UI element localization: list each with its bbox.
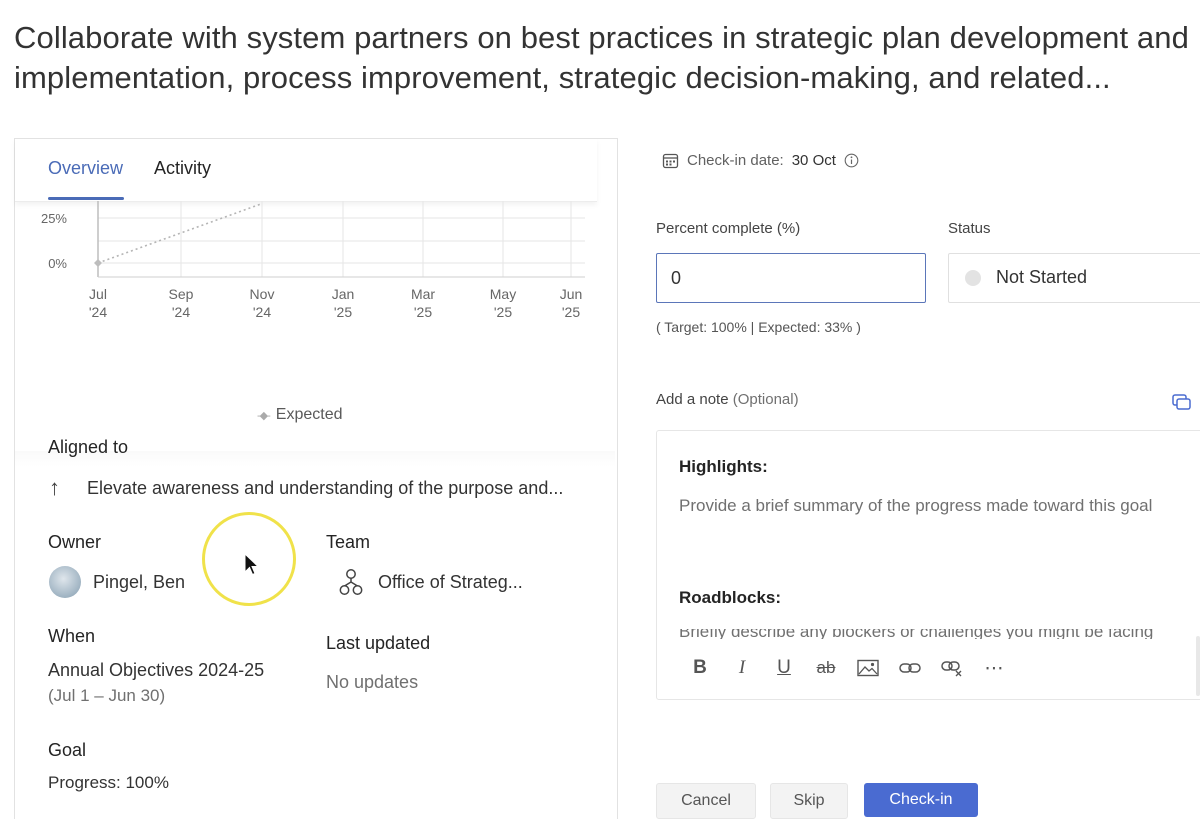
expected-series-line (97, 202, 263, 264)
goal-details-panel: Overview Activity Jul '24 Sep '24 Nov '24 Jan '… (14, 138, 618, 819)
tab-overview[interactable]: Overview (48, 157, 123, 179)
team-label: Team (326, 532, 371, 552)
skip-button[interactable]: Skip (770, 783, 848, 819)
aligned-to-label: Aligned to (48, 437, 129, 457)
roadblocks-placeholder-clip: Briefly describe any blockers or challen… (679, 629, 1199, 639)
checkin-date-label: Check-in date: (687, 152, 784, 169)
last-updated-label: Last updated (326, 633, 431, 653)
highlights-placeholder: Provide a brief summary of the progress … (679, 496, 1153, 515)
aligned-goal-link[interactable]: Elevate awareness and understanding of t… (87, 478, 563, 499)
x-tick-label: '25 (414, 304, 432, 320)
roadblocks-heading: Roadblocks: (679, 588, 782, 607)
x-tick-label: Sep (169, 286, 194, 302)
underline-button[interactable]: U (763, 655, 805, 681)
x-tick-label: Jun (560, 286, 583, 302)
x-tick-label: Jan (332, 286, 355, 302)
cancel-button[interactable]: Cancel (656, 783, 756, 819)
highlights-heading: Highlights: (679, 457, 768, 476)
percent-complete-input[interactable] (656, 253, 926, 303)
unlink-icon (941, 661, 962, 677)
x-tick-label: Nov (250, 286, 275, 302)
insert-link-button[interactable] (889, 655, 931, 681)
add-note-label-text: Add a note (656, 391, 729, 408)
italic-button[interactable]: I (721, 655, 763, 681)
remove-link-button[interactable] (931, 655, 973, 681)
target-expected-text: ( Target: 100% | Expected: 33% ) (656, 319, 861, 335)
add-note-label: Add a note (Optional) (656, 391, 799, 408)
arrow-up-icon: ↑ (49, 475, 60, 500)
mouse-pointer-icon (244, 553, 260, 576)
checkin-date-row: Check-in date: 30 Oct (662, 152, 859, 169)
progress-chart-svg: Jul '24 Sep '24 Nov '24 Jan '25 Mar '25 May '25 Jun '… (41, 201, 585, 320)
owner-label: Owner (48, 532, 102, 552)
check-in-button[interactable]: Check-in (864, 783, 978, 817)
note-editor[interactable]: Highlights: Provide a brief summary of t… (656, 430, 1200, 700)
page-title: Collaborate with system partners on best… (14, 20, 1189, 95)
link-icon (899, 663, 921, 673)
status-dropdown[interactable]: Not Started ▾ (948, 253, 1200, 303)
x-tick-label: Jul (89, 286, 107, 302)
tab-active-indicator (48, 197, 124, 200)
x-tick-label: '24 (89, 304, 107, 320)
checkin-date-value: 30 Oct (791, 152, 836, 169)
when-value: Annual Objectives 2024-25 (48, 660, 265, 680)
x-tick-label: '25 (334, 304, 352, 320)
goal-progress: Progress: 100% (48, 773, 169, 792)
tab-bar: Overview Activity (15, 139, 597, 202)
chart-legend: -◆- Expected (257, 406, 343, 424)
x-tick-label: '25 (562, 304, 580, 320)
image-icon (857, 659, 879, 677)
owner-name[interactable]: Pingel, Ben (93, 572, 185, 593)
bold-button[interactable]: B (679, 655, 721, 681)
x-tick-label: '24 (253, 304, 271, 320)
goal-label: Goal (48, 740, 87, 760)
status-value: Not Started (996, 267, 1088, 287)
when-label: When (48, 626, 96, 646)
percent-complete-label: Percent complete (%) (656, 220, 801, 237)
legend-expected-label: Expected (275, 406, 343, 423)
when-range: (Jul 1 – Jun 30) (48, 686, 166, 705)
avatar (49, 566, 81, 598)
scrollbar[interactable] (1196, 636, 1200, 696)
more-options-icon[interactable]: ⋯ (973, 655, 1015, 681)
y-tick-label: 25% (41, 211, 67, 226)
x-tick-label: May (490, 286, 516, 302)
legend-expected-marker: -◆- (257, 409, 271, 422)
info-icon[interactable] (844, 153, 859, 168)
tab-activity[interactable]: Activity (154, 157, 211, 179)
copilot-icon[interactable] (1172, 393, 1192, 411)
x-tick-label: '24 (172, 304, 190, 320)
add-note-optional: (Optional) (732, 391, 799, 408)
check-in-panel: Check-in date: 30 Oct Percent complete (… (640, 138, 1200, 809)
last-updated-value: No updates (326, 672, 419, 692)
roadblocks-placeholder: Briefly describe any blockers or challen… (679, 629, 1154, 639)
expected-point-marker (94, 259, 102, 267)
status-dot (965, 270, 981, 286)
team-name[interactable]: Office of Strateg... (378, 572, 523, 593)
team-icon (339, 569, 363, 595)
strikethrough-button[interactable]: ab (805, 655, 847, 681)
x-tick-label: Mar (411, 286, 435, 302)
y-tick-label: 0% (48, 256, 67, 271)
x-tick-label: '25 (494, 304, 512, 320)
format-toolbar: B I U ab ⋯ (679, 655, 1015, 681)
insert-image-button[interactable] (847, 655, 889, 681)
calendar-icon (662, 153, 679, 169)
status-label: Status (948, 220, 991, 237)
